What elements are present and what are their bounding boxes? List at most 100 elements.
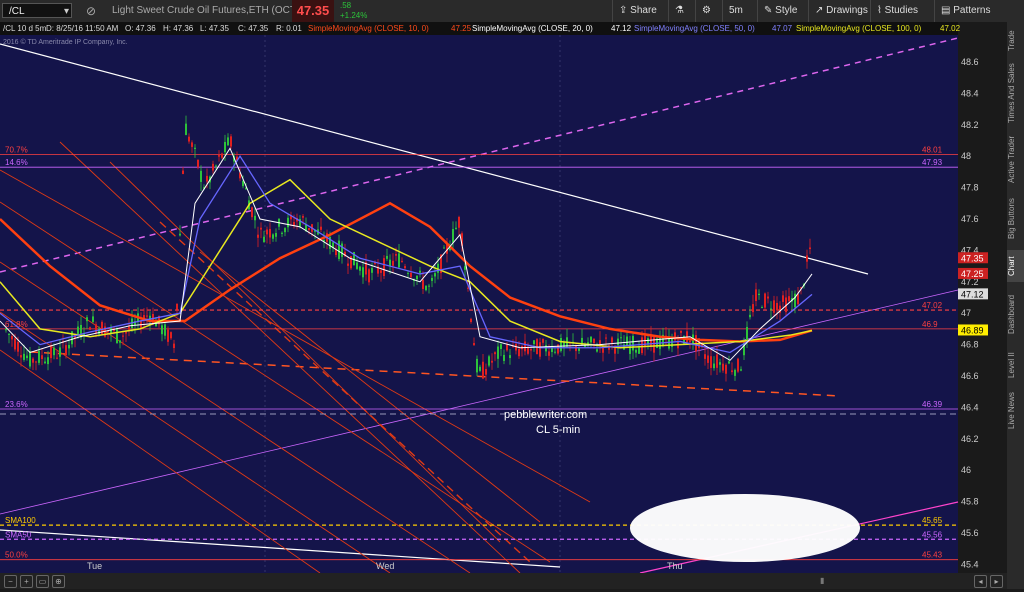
- candle-body: [707, 355, 709, 363]
- candle-body: [530, 349, 532, 351]
- flask-button[interactable]: ⚗: [668, 0, 690, 22]
- candle-body: [221, 153, 223, 158]
- candle-body: [788, 296, 790, 301]
- level-right-label: 47.93: [922, 158, 943, 167]
- zoom-fit-icon[interactable]: ▭: [36, 575, 49, 588]
- drawings-button[interactable]: ↗ Drawings: [808, 0, 874, 22]
- candle-body: [752, 304, 754, 313]
- price-tick-label: 45.4: [961, 559, 979, 569]
- candle-body: [272, 234, 274, 239]
- chart-canvas[interactable]: 70.7% 48.01 14.6% 47.93 47.02 61.8% 46.9 23.6% 4…: [0, 22, 1007, 589]
- side-tab-trade[interactable]: Trade: [1007, 26, 1024, 56]
- settings-button[interactable]: ⚙: [695, 0, 717, 22]
- candle-body: [50, 346, 52, 359]
- price-tick-label: 47: [961, 308, 971, 318]
- candle-body: [740, 369, 742, 371]
- candle-body: [464, 266, 466, 270]
- candle-body: [215, 165, 217, 167]
- share-button[interactable]: ⇪ Share: [612, 0, 663, 22]
- candle-body: [773, 300, 775, 313]
- level-left-label: 14.6%: [5, 158, 28, 167]
- studies-button[interactable]: ⌇ Studies: [870, 0, 924, 22]
- candle-body: [458, 216, 460, 228]
- dropdown-icon: ▾: [63, 6, 69, 17]
- candle-body: [647, 338, 649, 344]
- candle-body: [761, 307, 763, 309]
- bottom-bar: − + ▭ ⊕ ▮ ◂ ▸: [0, 573, 1007, 589]
- link-icon[interactable]: ⊘: [86, 4, 96, 18]
- level-left-label: 23.6%: [5, 400, 28, 409]
- candle-body: [38, 350, 40, 363]
- time-tick-label: Thu: [667, 561, 683, 571]
- price-chart[interactable]: 70.7% 48.01 14.6% 47.93 47.02 61.8% 46.9 23.6% 4…: [0, 22, 1007, 589]
- candle-body: [266, 229, 268, 235]
- candle-body: [725, 364, 727, 374]
- candle-body: [194, 147, 196, 149]
- candle-body: [605, 337, 607, 339]
- symbol-selector[interactable]: /CL ▾: [2, 3, 72, 18]
- candle-body: [410, 272, 412, 278]
- candle-body: [611, 337, 613, 343]
- candle-body: [26, 355, 28, 359]
- sma100-label: SimpleMovingAvg (CLOSE, 100, 0): [796, 24, 922, 33]
- zoom-reset-icon[interactable]: ⊕: [52, 575, 65, 588]
- candle-body: [758, 293, 760, 295]
- studies-label: Studies: [884, 5, 919, 16]
- sma100-value: 47.02: [940, 24, 961, 33]
- style-button[interactable]: ✎ Style: [757, 0, 803, 22]
- scroll-thumb[interactable]: ▮: [820, 576, 824, 585]
- candle-body: [8, 333, 10, 335]
- candle-body: [251, 207, 253, 218]
- candle-body: [368, 269, 370, 283]
- sma20-value: 47.12: [611, 24, 632, 33]
- symbol-text: /CL: [9, 6, 25, 17]
- candle-body: [257, 234, 259, 238]
- toolbar: /CL ▾ ⊘ Light Sweet Crude Oil Futures,ETH…: [0, 0, 1024, 23]
- candle-body: [680, 330, 682, 333]
- zoom-in-icon[interactable]: +: [20, 575, 33, 588]
- interval-label: 5m: [729, 5, 743, 16]
- sma20-label: SimpleMovingAvg (CLOSE, 20, 0): [472, 24, 593, 33]
- candle-body: [728, 361, 730, 364]
- candle-body: [86, 317, 88, 322]
- candle-body: [638, 347, 640, 354]
- candle-body: [632, 335, 634, 351]
- style-icon: ✎: [764, 5, 776, 16]
- candle-body: [470, 318, 472, 323]
- candle-body: [383, 258, 385, 277]
- candle-body: [89, 327, 91, 330]
- interval-button[interactable]: 5m: [722, 0, 749, 22]
- header-open: O: 47.36: [125, 24, 156, 33]
- side-tab-level-ii[interactable]: Level II: [1007, 346, 1024, 384]
- side-tab-live-news[interactable]: Live News: [1007, 390, 1024, 432]
- side-tab-times-and-sales[interactable]: Times And Sales: [1007, 62, 1024, 124]
- watermark-site: pebblewriter.com: [504, 409, 587, 421]
- candle-body: [41, 355, 43, 360]
- scroll-left-icon[interactable]: ◂: [974, 575, 987, 588]
- candle-body: [713, 363, 715, 369]
- candle-body: [542, 339, 544, 343]
- candle-body: [119, 340, 121, 343]
- zoom-out-icon[interactable]: −: [4, 575, 17, 588]
- side-tab-dashboard[interactable]: Dashboard: [1007, 288, 1024, 340]
- side-tab-chart[interactable]: Chart: [1007, 250, 1024, 282]
- candle-body: [404, 266, 406, 269]
- candle-body: [254, 215, 256, 221]
- candle-body: [122, 335, 124, 337]
- side-tab-big-buttons[interactable]: Big Buttons: [1007, 194, 1024, 244]
- candle-body: [704, 354, 706, 359]
- candle-body: [347, 263, 349, 266]
- candle-body: [269, 228, 271, 238]
- candle-body: [371, 268, 373, 273]
- price-tick-label: 48.6: [961, 57, 979, 67]
- candle-body: [593, 338, 595, 344]
- candle-body: [287, 217, 289, 228]
- candle-body: [53, 347, 55, 356]
- candle-body: [635, 349, 637, 353]
- sma50-label: SimpleMovingAvg (CLOSE, 50, 0): [634, 24, 755, 33]
- side-tab-active-trader[interactable]: Active Trader: [1007, 130, 1024, 188]
- candle-body: [434, 273, 436, 277]
- patterns-button[interactable]: ▤ Patterns: [934, 0, 996, 22]
- candle-body: [116, 328, 118, 344]
- scroll-right-icon[interactable]: ▸: [990, 575, 1003, 588]
